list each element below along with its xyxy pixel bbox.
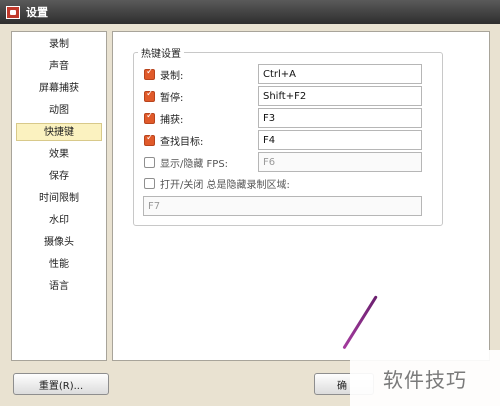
- sidebar-item-performance[interactable]: 性能: [16, 256, 102, 274]
- hotkey-row-toggle-hide-region: 打开/关闭 总是隐藏录制区域:: [144, 173, 290, 193]
- sidebar-item-watermark[interactable]: 水印: [16, 212, 102, 230]
- record-hotkey-checkbox[interactable]: [144, 67, 155, 80]
- toggle-fps-hotkey-checkbox[interactable]: [144, 156, 155, 168]
- title-bar: 设置: [0, 0, 500, 24]
- find-target-hotkey-label: 查找目标:: [160, 136, 204, 148]
- sidebar-item-audio[interactable]: 声音: [16, 58, 102, 76]
- hotkeys-panel: 热键设置 录制: 暂停: 捕获: 查找目标: 显示/隐藏 FPS: 打开/关闭 …: [112, 31, 490, 361]
- capture-hotkey-label: 捕获:: [160, 114, 184, 126]
- toggle-hide-region-hotkey-label: 打开/关闭 总是隐藏录制区域:: [160, 179, 290, 191]
- find-target-hotkey-field[interactable]: [258, 130, 422, 150]
- app-icon: [6, 5, 20, 19]
- hotkey-row-toggle-fps: 显示/隐藏 FPS:: [144, 152, 228, 172]
- settings-sidebar: 录制 声音 屏幕捕获 动图 快捷键 效果 保存 时间限制 水印 摄像头 性能 语…: [11, 31, 107, 361]
- capture-hotkey-checkbox[interactable]: [144, 111, 155, 124]
- hotkey-row-capture: 捕获:: [144, 108, 183, 128]
- sidebar-item-record[interactable]: 录制: [16, 36, 102, 54]
- hotkey-row-pause: 暂停:: [144, 86, 183, 106]
- toggle-hide-region-hotkey-field[interactable]: [143, 196, 422, 216]
- sidebar-item-gif[interactable]: 动图: [16, 102, 102, 120]
- sidebar-item-webcam[interactable]: 摄像头: [16, 234, 102, 252]
- sidebar-item-time-limit[interactable]: 时间限制: [16, 190, 102, 208]
- reset-button[interactable]: 重置(R)...: [13, 373, 109, 395]
- pause-hotkey-field[interactable]: [258, 86, 422, 106]
- sidebar-item-save[interactable]: 保存: [16, 168, 102, 186]
- hotkeys-group-title: 热键设置: [138, 45, 184, 60]
- hotkey-row-find-target: 查找目标:: [144, 130, 203, 150]
- pause-hotkey-label: 暂停:: [160, 92, 184, 104]
- sidebar-item-language[interactable]: 语言: [16, 278, 102, 296]
- toggle-fps-hotkey-field[interactable]: [258, 152, 422, 172]
- record-hotkey-field[interactable]: [258, 64, 422, 84]
- sidebar-item-screen-capture[interactable]: 屏幕捕获: [16, 80, 102, 98]
- toggle-fps-hotkey-label: 显示/隐藏 FPS:: [160, 158, 229, 170]
- sidebar-item-effects[interactable]: 效果: [16, 146, 102, 164]
- hotkey-row-record: 录制:: [144, 64, 183, 84]
- window-title: 设置: [26, 6, 48, 19]
- capture-hotkey-field[interactable]: [258, 108, 422, 128]
- sidebar-item-hotkeys[interactable]: 快捷键: [16, 123, 102, 141]
- pause-hotkey-checkbox[interactable]: [144, 89, 155, 102]
- watermark-text: 软件技巧: [383, 367, 467, 392]
- toggle-hide-region-hotkey-checkbox[interactable]: [144, 177, 155, 189]
- find-target-hotkey-checkbox[interactable]: [144, 133, 155, 146]
- watermark-overlay: 软件技巧: [350, 350, 500, 406]
- record-hotkey-label: 录制:: [160, 70, 184, 82]
